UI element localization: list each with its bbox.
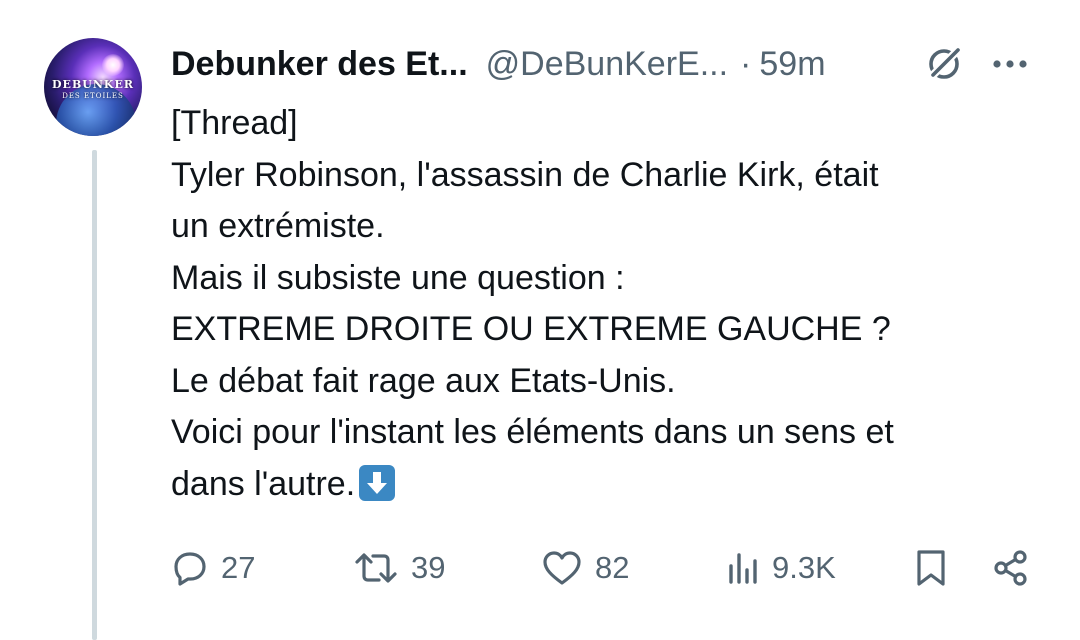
views-button[interactable]: 9.3K — [726, 540, 836, 596]
views-count: 9.3K — [772, 550, 836, 585]
action-bar: 27 39 82 9.3K — [171, 540, 1041, 596]
reply-count: 27 — [221, 550, 256, 585]
tweet-line-last: dans l'autre. — [171, 459, 1051, 511]
user-handle[interactable]: @DeBunKerE... — [486, 45, 728, 84]
grok-icon[interactable] — [924, 44, 964, 84]
thread-line — [92, 150, 97, 640]
tweet-card[interactable]: DEBUNKER DES ETOILES Debunker des Et... … — [0, 0, 1080, 640]
tweet-line: Tyler Robinson, l'assassin de Charlie Ki… — [171, 155, 879, 194]
avatar-logo-text: DEBUNKER — [52, 78, 134, 91]
tweet-line: [Thread] — [171, 104, 298, 142]
bookmark-button[interactable] — [913, 540, 949, 596]
tweet-line: dans l'autre. — [171, 464, 356, 503]
like-count: 82 — [595, 550, 630, 585]
reply-icon — [171, 549, 209, 587]
tweet-line: EXTREME DROITE OU EXTREME GAUCHE ? — [171, 310, 891, 348]
views-icon — [726, 549, 760, 587]
reply-button[interactable]: 27 — [171, 540, 255, 596]
more-icon[interactable] — [990, 50, 1030, 78]
bookmark-icon — [913, 548, 949, 588]
down-arrow-emoji-icon — [357, 463, 397, 503]
avatar[interactable]: DEBUNKER DES ETOILES — [44, 38, 142, 136]
tweet-header: Debunker des Et... @DeBunKerE... · 59m — [171, 40, 826, 88]
tweet-text: [Thread] Tyler Robinson, l'assassin de C… — [171, 98, 1051, 510]
display-name[interactable]: Debunker des Et... — [171, 45, 468, 84]
timestamp[interactable]: 59m — [759, 45, 825, 84]
retweet-button[interactable]: 39 — [353, 540, 445, 596]
like-button[interactable]: 82 — [541, 540, 629, 596]
tweet-line: Mais il subsiste une question : — [171, 258, 625, 297]
share-icon — [991, 548, 1031, 588]
share-button[interactable] — [991, 540, 1031, 596]
separator-dot: · — [740, 44, 752, 83]
avatar-glow — [102, 54, 124, 76]
retweet-icon — [353, 549, 399, 587]
like-icon — [541, 549, 583, 587]
tweet-line: Voici pour l'instant les éléments dans u… — [171, 413, 894, 451]
retweet-count: 39 — [411, 550, 446, 585]
tweet-line: un extrémiste. — [171, 207, 385, 245]
tweet-line: Le débat fait rage aux Etats-Unis. — [171, 361, 676, 400]
avatar-logo-subtext: DES ETOILES — [62, 92, 124, 100]
